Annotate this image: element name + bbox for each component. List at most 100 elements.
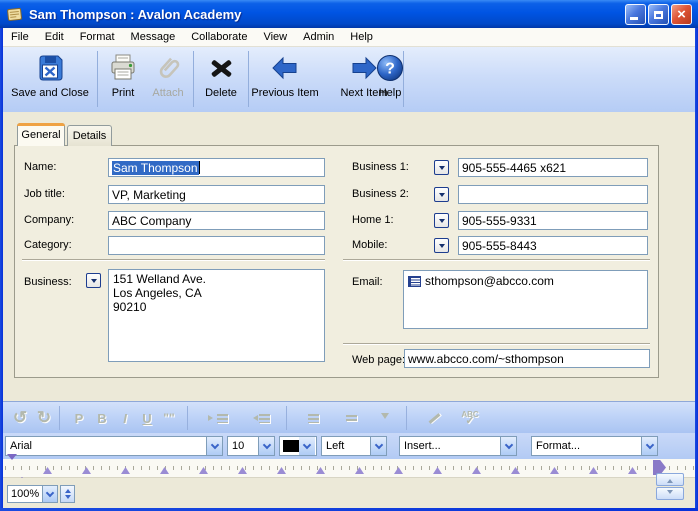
font-options-row: Arial 10 Left Insert... Format... [3, 433, 695, 459]
maximize-icon [654, 11, 663, 19]
tab-stop-marker[interactable] [82, 467, 91, 474]
highlight-pen-icon[interactable] [423, 406, 445, 430]
tab-general[interactable]: General [17, 123, 65, 146]
tab-stop-marker[interactable] [433, 467, 442, 474]
tab-stop-marker[interactable] [511, 467, 520, 474]
font-family-select[interactable]: Arial [5, 436, 223, 456]
spin-up-icon [65, 486, 71, 493]
chevron-down-icon[interactable] [206, 437, 222, 455]
email-label: Email: [352, 276, 383, 288]
tab-stop-marker[interactable] [316, 467, 325, 474]
minimize-button[interactable] [625, 4, 646, 25]
menu-item-help[interactable]: Help [342, 28, 381, 46]
toolbar-separator [97, 51, 98, 107]
scroll-down-button[interactable] [656, 487, 684, 500]
tab-stop-marker[interactable] [628, 467, 637, 474]
tab-stop-marker[interactable] [355, 467, 364, 474]
business-address-textarea[interactable]: 151 Welland Ave. Los Angeles, CA 90210 [108, 269, 325, 362]
job-title-input[interactable] [108, 185, 325, 204]
zoom-control[interactable]: 100% [7, 485, 75, 503]
chevron-down-icon[interactable] [370, 437, 386, 455]
close-button[interactable]: × [671, 4, 692, 25]
paragraph-spacing-icon[interactable] [341, 406, 361, 430]
spin-down-icon [65, 495, 71, 502]
quote-icon[interactable]: "" [160, 406, 178, 430]
chevron-down-icon[interactable] [258, 437, 274, 455]
mobile-input[interactable] [458, 236, 648, 255]
insert-select[interactable]: Insert... [399, 436, 517, 456]
tab-stop-marker[interactable] [238, 467, 247, 474]
menu-item-file[interactable]: File [3, 28, 37, 46]
italic-icon[interactable]: I [117, 406, 133, 430]
name-input[interactable]: Sam Thompson [108, 158, 325, 177]
alignment-select[interactable]: Left [321, 436, 387, 456]
menu-item-message[interactable]: Message [123, 28, 184, 46]
previous-item-button[interactable]: Previous Item [243, 50, 327, 109]
separator-line [22, 259, 325, 261]
font-size-select[interactable]: 10 [227, 436, 275, 456]
chevron-down-icon[interactable] [641, 437, 657, 455]
toolbar-separator [59, 406, 60, 430]
zoom-spinner[interactable] [60, 485, 75, 503]
spellcheck-icon[interactable]: ABC✓ [458, 406, 482, 430]
tab-stop-marker[interactable] [160, 467, 169, 474]
email-list-box[interactable]: sthompson@abcco.com [403, 270, 648, 329]
tab-details[interactable]: Details [67, 125, 112, 146]
menu-item-collaborate[interactable]: Collaborate [183, 28, 255, 46]
underline-icon[interactable]: U [139, 406, 155, 430]
home1-input[interactable] [458, 211, 648, 230]
move-down-icon[interactable] [377, 406, 393, 430]
tab-stop-marker[interactable] [43, 467, 52, 474]
tab-stop-marker[interactable] [121, 467, 130, 474]
name-value-selected: Sam Thompson [112, 161, 199, 175]
tab-stop-marker[interactable] [394, 467, 403, 474]
delete-button[interactable]: Delete [197, 50, 245, 109]
tab-stop-marker[interactable] [550, 467, 559, 474]
tab-stop-marker[interactable] [472, 467, 481, 474]
toolbar-separator [286, 406, 287, 430]
indent-marker-left[interactable] [7, 460, 27, 478]
maximize-button[interactable] [648, 4, 669, 25]
tab-stop-marker[interactable] [199, 467, 208, 474]
indent-decrease-icon[interactable] [249, 406, 271, 430]
bold-icon[interactable]: B [94, 406, 110, 430]
mobile-dropdown-button[interactable] [434, 238, 449, 253]
undo-icon[interactable]: ↺ [10, 406, 30, 430]
company-label: Company: [24, 214, 74, 226]
business-address-label: Business: [24, 276, 72, 288]
business1-dropdown-button[interactable] [434, 160, 449, 175]
font-color-select[interactable] [279, 436, 317, 456]
redo-icon[interactable]: ↻ [34, 406, 54, 430]
indent-increase-icon[interactable] [207, 406, 229, 430]
menu-item-view[interactable]: View [255, 28, 295, 46]
line-spacing-icon[interactable] [303, 406, 323, 430]
tab-stop-marker[interactable] [277, 467, 286, 474]
business1-input[interactable] [458, 158, 648, 177]
font-color-swatch [283, 440, 299, 452]
save-and-close-button[interactable]: Save and Close [7, 50, 93, 109]
help-icon: ? [375, 50, 405, 86]
menu-item-admin[interactable]: Admin [295, 28, 342, 46]
chevron-down-icon[interactable] [299, 437, 315, 455]
zoom-value[interactable]: 100% [7, 485, 43, 503]
chevron-down-icon[interactable] [500, 437, 516, 455]
help-button[interactable]: ? Help [367, 50, 413, 109]
print-button[interactable]: Print [101, 50, 145, 109]
menu-item-edit[interactable]: Edit [37, 28, 72, 46]
dropdown-arrow-icon [439, 166, 445, 173]
business-address-dropdown-button[interactable] [86, 273, 101, 288]
tab-stop-marker[interactable] [589, 467, 598, 474]
scroll-up-button[interactable] [656, 473, 684, 486]
web-page-input[interactable] [404, 349, 650, 368]
format-select[interactable]: Format... [531, 436, 658, 456]
home1-dropdown-button[interactable] [434, 213, 449, 228]
company-input[interactable] [108, 211, 325, 230]
email-value: sthompson@abcco.com [425, 274, 554, 288]
business2-input[interactable] [458, 185, 648, 204]
business2-dropdown-button[interactable] [434, 187, 449, 202]
chevron-down-icon[interactable] [43, 485, 58, 503]
paragraph-icon[interactable]: P [71, 406, 87, 430]
menu-item-format[interactable]: Format [72, 28, 123, 46]
alignment-value: Left [322, 440, 370, 452]
category-input[interactable] [108, 236, 325, 255]
